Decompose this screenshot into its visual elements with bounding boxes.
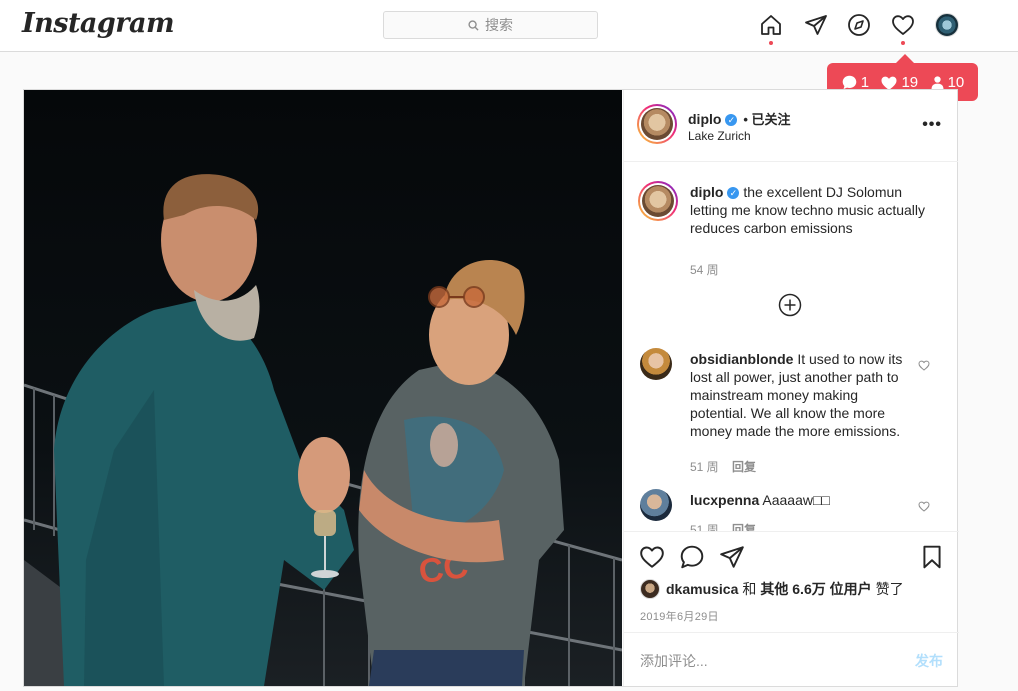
post-card: CC diplo ✓ • 已关注 Lake Zurich ••• diplo ✓… <box>23 89 959 688</box>
liker-avatar[interactable] <box>640 579 660 599</box>
search-placeholder: 搜索 <box>485 17 513 33</box>
explore-icon[interactable] <box>846 12 872 38</box>
post-sidebar: diplo ✓ • 已关注 Lake Zurich ••• diplo ✓ the … <box>623 90 959 688</box>
reply-button[interactable]: 回复 <box>732 460 756 474</box>
post-actions: dkamusica 和 其他 6.6万 位用户 赞了 2019年6月29日 发布 <box>624 531 959 688</box>
like-notification-count: 19 <box>880 74 918 91</box>
caption-time[interactable]: 54 周 <box>690 263 719 277</box>
author-name-row: diplo ✓ • 已关注 <box>688 109 791 128</box>
comment-text: Aaaaaw□□ <box>762 492 830 508</box>
post-date[interactable]: 2019年6月29日 <box>640 608 719 624</box>
person-icon <box>931 75 944 89</box>
home-notification-dot <box>769 41 773 45</box>
follow-status[interactable]: • 已关注 <box>743 112 790 127</box>
comment-time[interactable]: 51 周 <box>690 460 719 474</box>
commenter-username[interactable]: lucxpenna <box>690 492 759 508</box>
comment-like-icon[interactable] <box>918 499 930 517</box>
post-photo[interactable]: CC <box>24 90 622 686</box>
commenter-avatar[interactable] <box>640 348 672 380</box>
notification-popup-arrow <box>896 54 914 63</box>
share-direct-icon[interactable] <box>719 544 745 570</box>
add-comment-bar: 发布 <box>624 632 959 688</box>
comment-time[interactable]: 51 周 <box>690 523 719 531</box>
comment-item: lucxpenna Aaaaaw□□ 51 周 回复 <box>640 489 940 531</box>
comment-bubble-icon <box>842 75 857 89</box>
post-location[interactable]: Lake Zurich <box>688 129 751 143</box>
activity-heart-icon[interactable] <box>890 12 916 38</box>
instagram-logo[interactable]: Instagram <box>22 8 175 39</box>
reply-button[interactable]: 回复 <box>732 523 756 531</box>
search-icon <box>468 19 479 31</box>
comment-input[interactable] <box>640 652 915 669</box>
top-nav: Instagram 搜索 <box>0 0 1018 52</box>
save-bookmark-icon[interactable] <box>919 544 945 570</box>
author-avatar[interactable] <box>637 104 677 144</box>
load-more-comments-icon[interactable] <box>778 293 802 317</box>
comments-list[interactable]: diplo ✓ the excellent DJ Solomun letting … <box>624 163 959 531</box>
caption-text: the excellent DJ Solomun letting me know… <box>690 184 925 236</box>
search-box[interactable]: 搜索 <box>383 11 598 39</box>
profile-avatar[interactable] <box>935 13 959 37</box>
home-icon[interactable] <box>758 12 784 38</box>
verified-badge-icon: ✓ <box>725 114 738 127</box>
comment-notification-count: 1 <box>841 74 869 91</box>
liked-by-others[interactable]: 其他 6.6万 位用户 <box>760 579 871 599</box>
caption: diplo ✓ the excellent DJ Solomun letting … <box>638 181 940 281</box>
caption-username[interactable]: diplo <box>690 184 723 200</box>
heart-filled-icon <box>881 76 897 90</box>
author-username[interactable]: diplo <box>688 111 721 127</box>
follower-notification-count: 10 <box>930 74 964 91</box>
liked-by-username[interactable]: dkamusica <box>666 581 738 597</box>
comment-like-icon[interactable] <box>918 358 930 376</box>
commenter-username[interactable]: obsidianblonde <box>690 351 793 367</box>
post-header: diplo ✓ • 已关注 Lake Zurich ••• <box>624 90 958 162</box>
caption-avatar[interactable] <box>638 181 678 221</box>
comment-icon[interactable] <box>679 544 705 570</box>
liked-by-suffix: 赞了 <box>875 581 904 597</box>
commenter-avatar[interactable] <box>640 489 672 521</box>
like-heart-icon[interactable] <box>639 544 665 570</box>
verified-badge-icon: ✓ <box>727 187 740 200</box>
publish-button[interactable]: 发布 <box>915 651 943 671</box>
comment-item: obsidianblonde It used to now its lost a… <box>640 348 940 478</box>
liked-by-row: dkamusica 和 其他 6.6万 位用户 赞了 <box>640 579 904 599</box>
more-options-icon[interactable]: ••• <box>922 116 942 134</box>
activity-notification-dot <box>901 41 905 45</box>
direct-icon[interactable] <box>803 12 829 38</box>
liked-by-conjunction: 和 <box>742 581 757 597</box>
